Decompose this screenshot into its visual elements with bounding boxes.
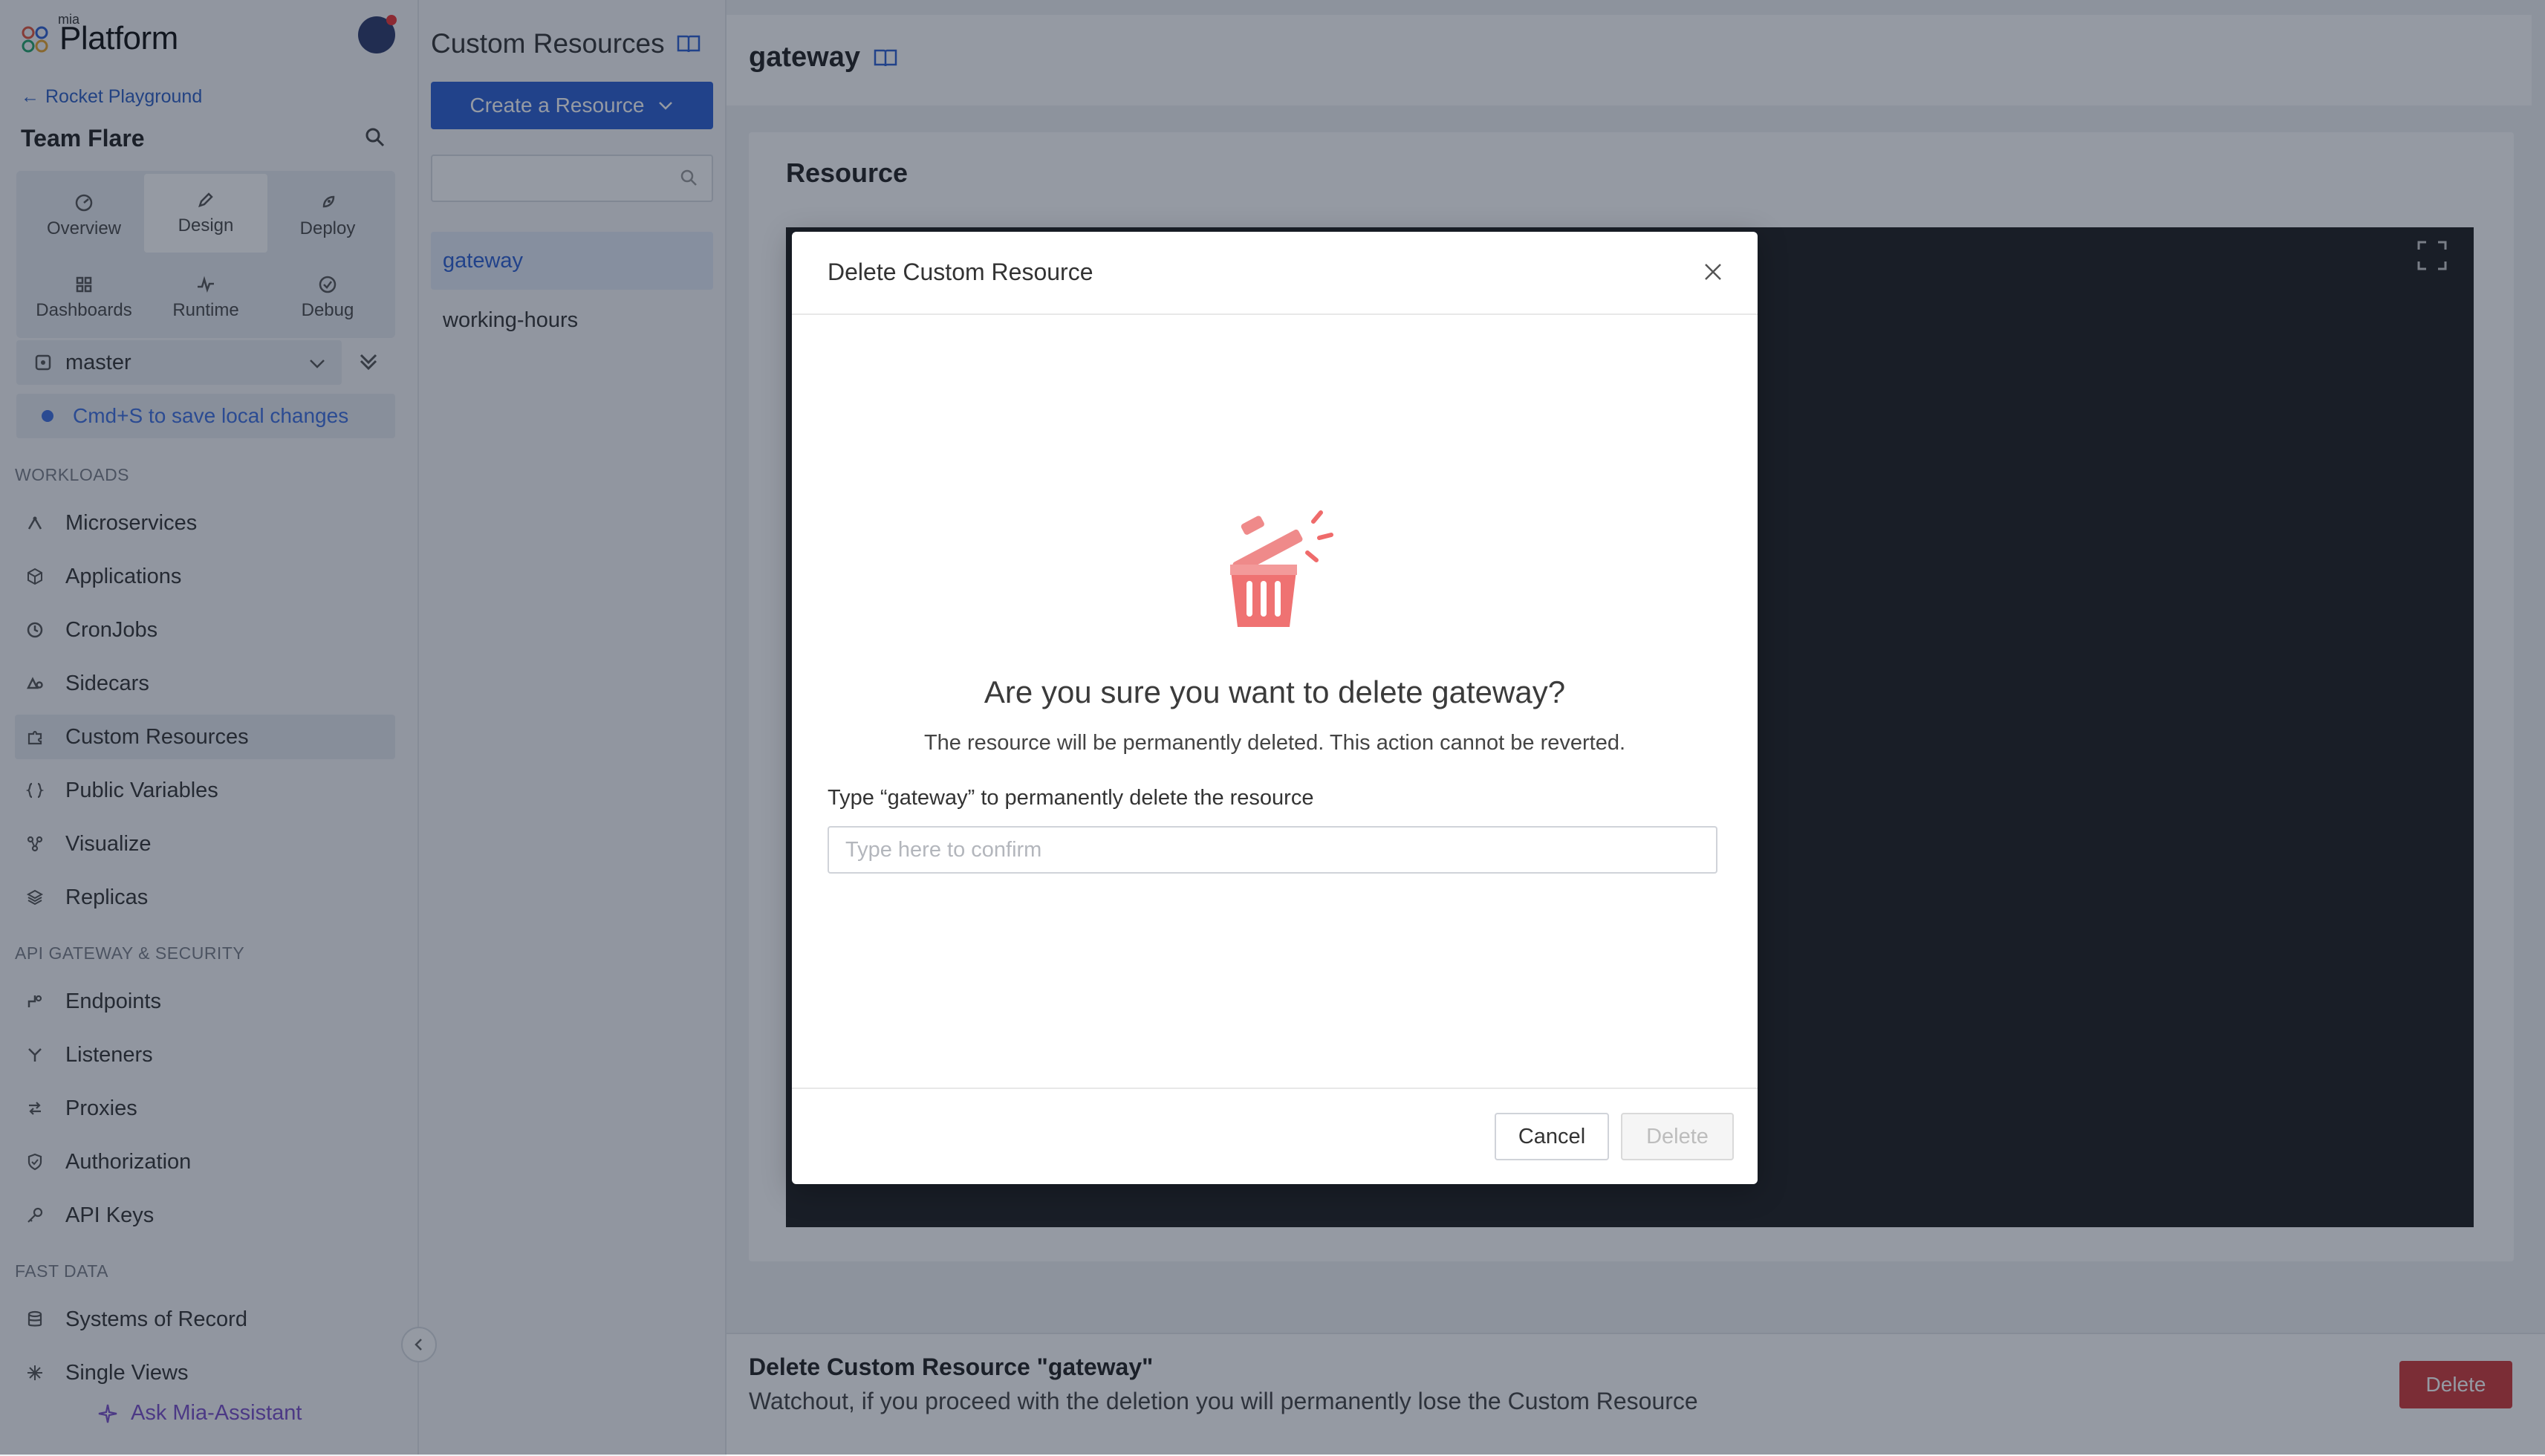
modal-title: Delete Custom Resource: [828, 259, 1093, 285]
confirm-delete-button[interactable]: Delete: [1621, 1113, 1734, 1160]
close-icon[interactable]: [1700, 259, 1726, 285]
trash-icon: [1208, 499, 1342, 633]
confirm-name-input[interactable]: [828, 826, 1717, 874]
cancel-button[interactable]: Cancel: [1495, 1113, 1609, 1160]
confirm-subtitle: The resource will be permanently deleted…: [923, 731, 1626, 755]
confirm-question: Are you sure you want to delete gateway?: [984, 675, 1566, 709]
modal-footer-divider: [792, 1088, 1758, 1089]
confirm-input-label: Type “gateway” to permanently delete the…: [828, 786, 1314, 810]
delete-modal: Delete Custom Resource Are you sure you …: [792, 232, 1758, 1184]
